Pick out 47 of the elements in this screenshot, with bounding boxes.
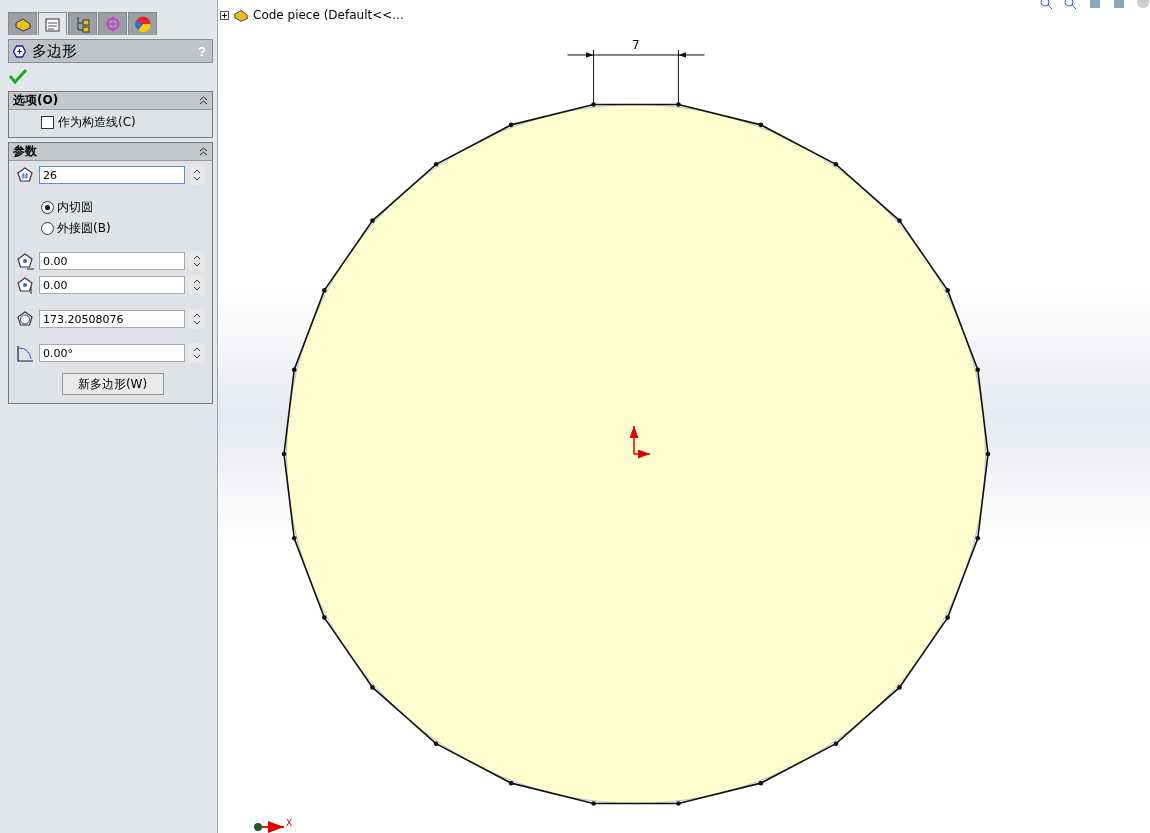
panel-tab[interactable] — [8, 12, 37, 35]
tree-item-label[interactable]: Code piece (Default<<... — [253, 8, 404, 22]
spinner-button[interactable] — [189, 275, 205, 295]
radio-option[interactable]: 外接圆(B) — [15, 220, 210, 237]
panel-tab[interactable] — [128, 12, 157, 35]
axis-label: X — [286, 818, 293, 828]
panel-tab[interactable] — [38, 12, 67, 35]
zoom-icon[interactable] — [1064, 0, 1078, 10]
checkmark-icon — [9, 67, 27, 84]
spinner-arrows-icon — [192, 311, 202, 327]
spinner-button[interactable] — [189, 343, 205, 363]
number-input-field[interactable]: 0.00° — [39, 344, 185, 362]
panel-tab[interactable] — [68, 12, 97, 35]
pentagon-x-icon — [15, 251, 35, 271]
collapse-icon — [199, 147, 208, 156]
part-icon — [233, 7, 249, 23]
section-header[interactable]: 选项(O) — [9, 92, 212, 110]
number-input-field[interactable]: 0.00 — [39, 252, 185, 270]
panel-title: 多边形 — [32, 41, 78, 61]
spinner-arrows-icon — [192, 277, 202, 293]
pentagon-hash-icon — [15, 165, 35, 185]
origin-axes-icon — [629, 425, 651, 459]
new-polygon-button[interactable]: 新多边形(W) — [61, 373, 164, 395]
pentagon-y-icon — [15, 275, 35, 295]
triad-x-axis-icon — [254, 821, 285, 833]
number-input-field[interactable]: 0.00 — [39, 276, 185, 294]
number-input-field[interactable]: 26 — [39, 166, 185, 184]
dimension-value[interactable]: 7 — [632, 38, 640, 52]
zoom-icon[interactable] — [1040, 0, 1054, 10]
angle-icon — [15, 343, 35, 363]
spinner-arrows-icon — [192, 253, 202, 269]
section-header[interactable]: 参数 — [9, 143, 212, 161]
hexagon-icon — [13, 44, 26, 58]
spinner-button[interactable] — [189, 309, 205, 329]
ok-button[interactable] — [8, 67, 28, 87]
collapse-icon — [199, 96, 208, 105]
spinner-button[interactable] — [189, 165, 205, 185]
expand-icon[interactable] — [220, 10, 229, 20]
construction-checkbox[interactable]: 作为构造线(C) — [15, 114, 210, 131]
spinner-arrows-icon — [192, 345, 202, 361]
spinner-arrows-icon — [192, 167, 202, 183]
spinner-button[interactable] — [189, 251, 205, 271]
number-input-field[interactable]: 173.20508076 — [39, 310, 185, 328]
crosshair-icon — [103, 15, 122, 33]
color-ball-icon — [133, 15, 152, 33]
property-list-icon — [43, 15, 62, 33]
radio-option[interactable]: 内切圆 — [15, 199, 210, 216]
